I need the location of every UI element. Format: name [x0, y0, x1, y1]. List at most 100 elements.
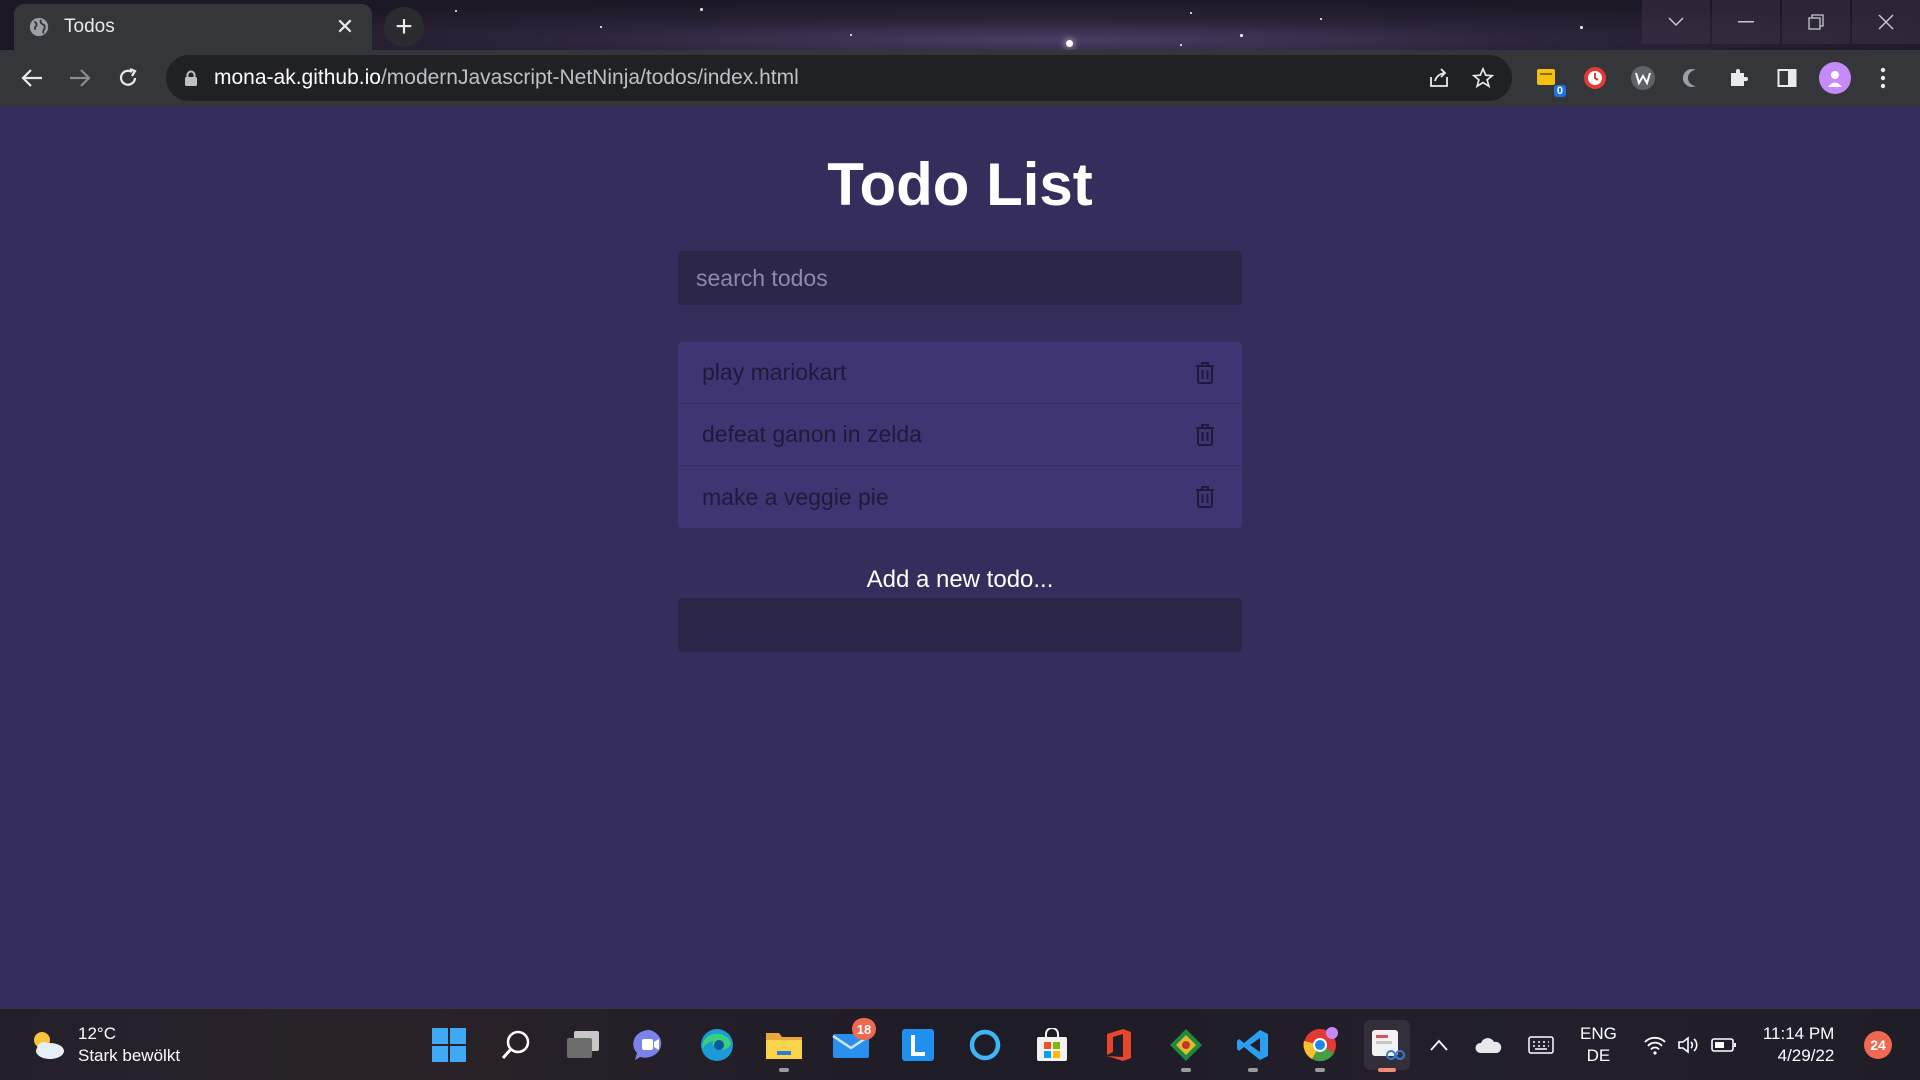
clock[interactable]: 11:14 PM 4/29/22 [1763, 1023, 1835, 1067]
running-indicator [779, 1068, 789, 1072]
clock-time: 11:14 PM [1762, 1024, 1835, 1043]
trash-icon [1196, 361, 1214, 384]
task-view-button[interactable] [560, 1020, 606, 1070]
back-button[interactable] [8, 54, 56, 102]
active-indicator [1378, 1068, 1396, 1072]
start-button[interactable] [426, 1020, 472, 1070]
file-explorer-button[interactable] [761, 1020, 807, 1072]
weather-widget[interactable]: 12°C Stark bewölkt [28, 1023, 180, 1067]
restore-button[interactable] [1782, 0, 1850, 44]
side-panel-button[interactable] [1770, 61, 1804, 95]
volume-icon [1678, 1036, 1698, 1054]
address-bar[interactable]: mona-ak.github.io/modernJavascript-NetNi… [166, 55, 1512, 101]
keyboard-icon[interactable] [1528, 1036, 1554, 1054]
more-vertical-icon [1880, 67, 1886, 89]
edge-icon [701, 1029, 733, 1061]
url-path: /modernJavascript-NetNinja/todos/index.h… [380, 66, 799, 89]
notification-badge[interactable]: 24 [1864, 1031, 1892, 1059]
quick-settings[interactable] [1643, 1035, 1737, 1055]
extension-crescent[interactable] [1674, 61, 1708, 95]
reload-icon [119, 67, 137, 86]
store-button[interactable] [1029, 1020, 1075, 1070]
search-input[interactable] [678, 251, 1242, 305]
profile-button[interactable] [1818, 61, 1852, 95]
add-todo-input[interactable] [678, 598, 1242, 652]
chrome-button[interactable] [1297, 1020, 1343, 1072]
bookmark-star-icon[interactable] [1472, 67, 1494, 89]
cortana-button[interactable] [962, 1020, 1008, 1070]
edge-button[interactable] [694, 1020, 740, 1070]
extension-badge: 0 [1553, 85, 1566, 97]
l-app-button[interactable] [895, 1020, 941, 1070]
cortana-ring-icon [969, 1029, 1001, 1061]
windows-logo-icon [432, 1028, 466, 1062]
mail-button[interactable]: 18 [828, 1018, 876, 1070]
profile-icon [1828, 71, 1842, 87]
input-language[interactable]: ENG DE [1580, 1023, 1617, 1067]
side-panel-icon [1777, 69, 1797, 87]
clock-date: 4/29/22 [1777, 1046, 1835, 1065]
git-app-button[interactable] [1163, 1020, 1209, 1072]
arrow-right-icon [70, 69, 91, 87]
trash-icon [1196, 486, 1214, 508]
office-button[interactable] [1096, 1020, 1142, 1070]
browser-tab-todos[interactable]: Todos ✕ [14, 4, 372, 50]
tab-title: Todos [64, 16, 115, 37]
globe-icon [29, 17, 49, 37]
minimize-icon [1738, 21, 1754, 23]
crescent-icon [1682, 69, 1696, 87]
extension-timer[interactable] [1578, 61, 1612, 95]
onedrive-cloud-icon[interactable] [1474, 1036, 1502, 1054]
teams-chat-button[interactable] [627, 1020, 673, 1070]
search-button[interactable] [493, 1020, 539, 1070]
taskbar-apps: 18 [426, 1017, 1410, 1073]
snipping-tool-button[interactable] [1364, 1020, 1410, 1072]
vscode-icon [1237, 1030, 1268, 1060]
page-content: Todo List play mariokart defeat ganon in… [0, 106, 1920, 1008]
chat-icon [633, 1029, 662, 1060]
share-icon[interactable] [1428, 67, 1450, 89]
avatar [1819, 62, 1851, 94]
restore-icon [1808, 14, 1824, 30]
todo-text: make a veggie pie [702, 483, 889, 510]
extensions-button[interactable] [1722, 61, 1756, 95]
trash-icon [1196, 423, 1214, 446]
close-window-button[interactable] [1852, 0, 1920, 44]
minimize-button[interactable] [1712, 0, 1780, 44]
search-icon [501, 1030, 530, 1059]
todo-item: defeat ganon in zelda [678, 404, 1242, 466]
forward-button[interactable] [56, 54, 104, 102]
add-todo-label: Add a new todo... [866, 566, 1054, 593]
delete-todo-button[interactable] [1192, 421, 1218, 449]
todo-text: defeat ganon in zelda [702, 421, 922, 447]
reload-button[interactable] [104, 54, 152, 102]
keyboard-layout: DE [1586, 1046, 1611, 1065]
vscode-button[interactable] [1230, 1020, 1276, 1072]
weather-temperature: 12°C [78, 1024, 116, 1043]
todo-text: play mariokart [702, 359, 847, 385]
new-tab-button[interactable]: + [384, 7, 424, 47]
tab-close-button[interactable]: ✕ [332, 14, 358, 40]
running-indicator [1315, 1068, 1325, 1072]
arrow-left-icon [21, 69, 42, 87]
delete-todo-button[interactable] [1192, 483, 1218, 511]
extension-notes[interactable]: 0 [1530, 61, 1566, 97]
browser-toolbar: mona-ak.github.io/modernJavascript-NetNi… [0, 50, 1920, 106]
office-icon [1107, 1029, 1131, 1061]
browser-menu-button[interactable] [1866, 61, 1900, 95]
wifi-icon [1644, 1036, 1666, 1055]
partly-cloudy-icon [34, 1032, 64, 1059]
store-bag-icon [1037, 1028, 1067, 1061]
todo-item: make a veggie pie [678, 466, 1242, 528]
page-title: Todo List [827, 151, 1093, 218]
chevron-up-icon[interactable] [1430, 1039, 1448, 1051]
extension-w[interactable] [1626, 61, 1660, 95]
weather-description: Stark bewölkt [78, 1046, 181, 1065]
w-logo-icon [1631, 66, 1655, 90]
lock-icon[interactable] [184, 70, 198, 87]
snipping-tool-icon [1372, 1030, 1405, 1060]
delete-todo-button[interactable] [1192, 359, 1218, 387]
tab-search-button[interactable] [1642, 0, 1710, 44]
chrome-icon [1303, 1027, 1338, 1062]
chevron-down-icon [1668, 17, 1684, 27]
